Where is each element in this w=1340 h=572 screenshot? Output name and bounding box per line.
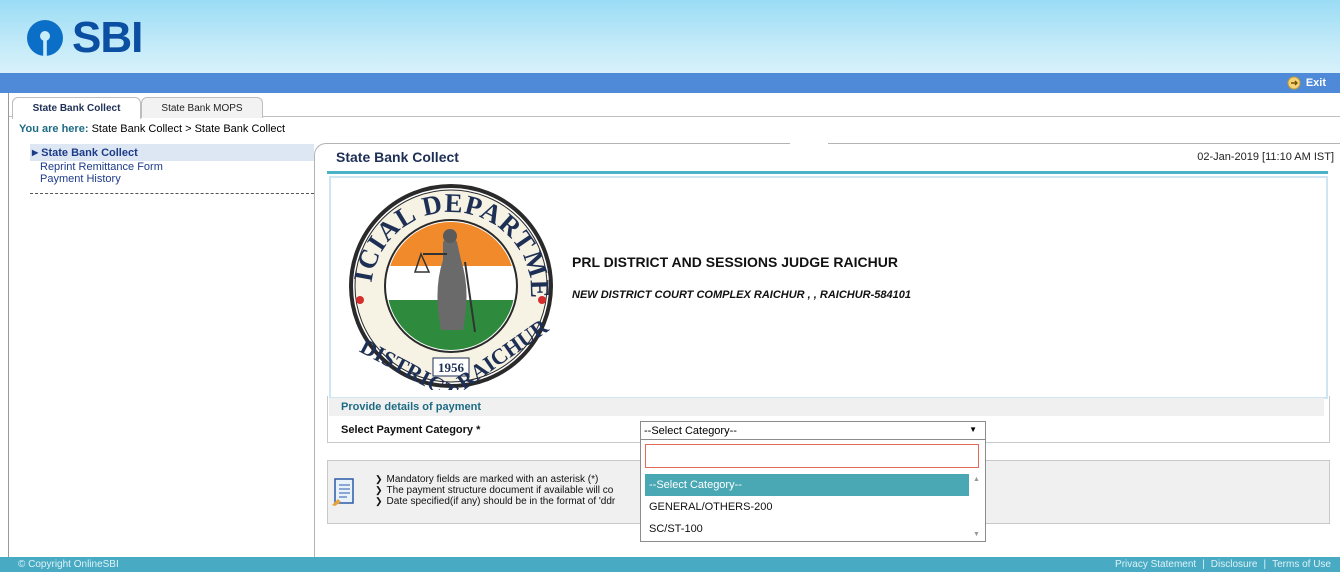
note-item: ❯ Date specified(if any) should be in the… (375, 496, 616, 507)
department-address: NEW DISTRICT COURT COMPLEX RAICHUR , , R… (572, 289, 911, 301)
caret-right-icon: ▶ (32, 148, 39, 157)
bullet-icon: ❯ (375, 485, 383, 495)
notepad-icon (332, 478, 354, 506)
dropdown-arrow-icon: ▼ (969, 425, 977, 434)
details-section-label: Provide details of payment (341, 401, 481, 413)
sidebar-divider (30, 193, 314, 194)
panel-title-gap (790, 140, 828, 162)
note-item: ❯ The payment structure document if avail… (375, 485, 614, 496)
breadcrumb-label: You are here: (19, 123, 89, 135)
tab-state-bank-mops[interactable]: State Bank MOPS (141, 97, 263, 118)
exit-icon (1287, 76, 1301, 90)
site-header: SBI (0, 0, 1340, 73)
payment-category-select[interactable]: --Select Category-- ▼ (640, 421, 986, 440)
sidebar-item-state-bank-collect[interactable]: ▶ State Bank Collect (30, 144, 314, 161)
bullet-icon: ❯ (375, 474, 383, 484)
department-name: PRL DISTRICT AND SESSIONS JUDGE RAICHUR (572, 254, 898, 270)
category-dropdown[interactable]: --Select Category-- GENERAL/OTHERS-200 S… (640, 440, 986, 542)
sidebar-item-label: State Bank Collect (41, 146, 138, 159)
dropdown-scrollbar[interactable]: ▲ ▼ (971, 474, 983, 540)
select-value: --Select Category-- (644, 424, 737, 437)
bullet-icon: ❯ (375, 496, 383, 506)
sidebar-item-payment-history[interactable]: Payment History (30, 173, 314, 185)
logo-text: SBI (72, 13, 143, 62)
sidebar: ▶ State Bank Collect Reprint Remittance … (30, 144, 314, 194)
footer: © Copyright OnlineSBI Privacy Statement |… (0, 557, 1340, 572)
terms-of-use-link[interactable]: Terms of Use (1272, 559, 1331, 570)
breadcrumb: You are here: State Bank Collect > State… (19, 123, 285, 135)
exit-label: Exit (1305, 77, 1326, 89)
sbi-logo[interactable]: SBI (26, 13, 143, 63)
sbi-keyhole-icon (27, 20, 63, 57)
sidebar-item-reprint-remittance-form[interactable]: Reprint Remittance Form (30, 161, 314, 173)
category-search-input[interactable] (645, 444, 979, 468)
payment-category-label: Select Payment Category * (341, 424, 481, 436)
note-item: ❯ Mandatory fields are marked with an ast… (375, 474, 599, 485)
option-sc-st[interactable]: SC/ST-100 (645, 518, 969, 540)
disclosure-link[interactable]: Disclosure (1211, 559, 1258, 570)
top-blue-bar (0, 73, 1340, 93)
notes-list: ❯ Mandatory fields are marked with an ast… (375, 474, 615, 507)
exit-button[interactable]: Exit (1287, 74, 1326, 92)
scroll-up-icon: ▲ (973, 476, 980, 483)
breadcrumb-path: State Bank Collect > State Bank Collect (91, 123, 286, 135)
panel-title: State Bank Collect (336, 149, 459, 165)
option-select-category[interactable]: --Select Category-- (645, 474, 969, 496)
judicial-department-emblem: JUDICIAL DEPARTMENT DISTRICT 1956 RAICHU… (343, 182, 554, 390)
page-left-border (8, 93, 9, 558)
category-options: --Select Category-- GENERAL/OTHERS-200 S… (645, 474, 969, 540)
privacy-statement-link[interactable]: Privacy Statement (1115, 559, 1196, 570)
scroll-down-icon: ▼ (973, 531, 980, 538)
footer-links: Privacy Statement | Disclosure | Terms of Us… (1115, 559, 1331, 570)
panel-accent-rule (327, 171, 1328, 174)
panel-datetime: 02-Jan-2019 [11:10 AM IST] (1197, 151, 1334, 163)
option-general-others[interactable]: GENERAL/OTHERS-200 (645, 496, 969, 518)
copyright-text: © Copyright OnlineSBI (18, 559, 119, 570)
tab-state-bank-collect[interactable]: State Bank Collect (12, 97, 141, 119)
